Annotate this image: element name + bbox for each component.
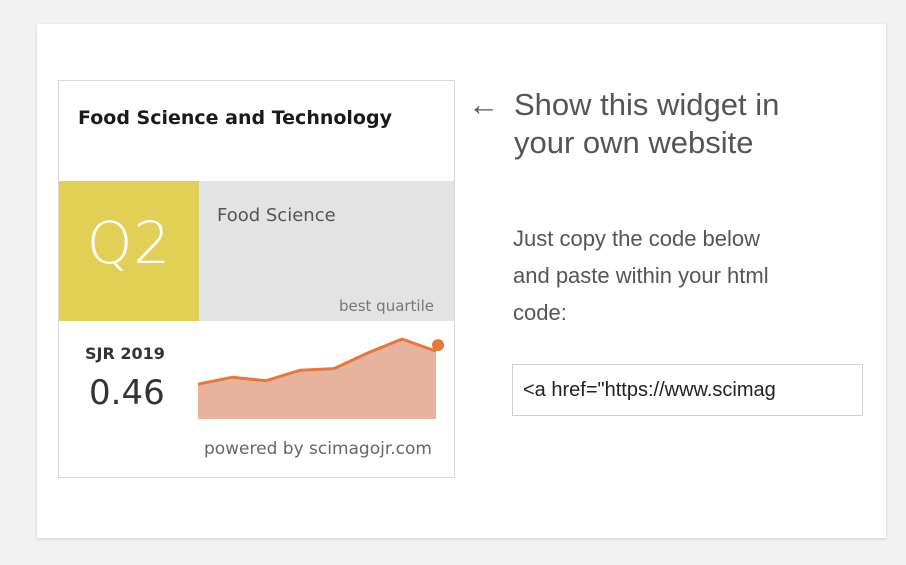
journal-title: Food Science and Technology bbox=[78, 107, 392, 129]
sjr-sparkline bbox=[197, 337, 444, 419]
best-quartile-label: best quartile bbox=[338, 297, 434, 315]
embed-code-input[interactable]: <a href="https://www.scimag bbox=[512, 364, 863, 416]
promo-instructions: Just copy the code below and paste withi… bbox=[513, 220, 873, 331]
sjr-label: SJR 2019 bbox=[85, 344, 165, 363]
quartile-value: Q2 bbox=[86, 209, 172, 277]
category-box: Food Science best quartile bbox=[199, 181, 454, 321]
headline-line-2: your own website bbox=[514, 125, 754, 160]
instruction-line-3: code: bbox=[513, 300, 567, 325]
headline-line-1: Show this widget in bbox=[514, 87, 780, 122]
powered-by-label: powered by scimagojr.com bbox=[203, 439, 432, 459]
sparkline-last-point bbox=[432, 339, 444, 352]
instruction-line-1: Just copy the code below bbox=[513, 226, 761, 251]
sjr-value: 0.46 bbox=[89, 373, 165, 413]
journal-widget[interactable]: Food Science and Technology Q2 Food Scie… bbox=[58, 80, 455, 478]
quartile-box: Q2 bbox=[59, 181, 199, 321]
sparkline-area bbox=[198, 339, 436, 419]
instruction-line-2: and paste within your html bbox=[513, 263, 769, 288]
arrow-left-icon: ← bbox=[468, 87, 499, 122]
category-name: Food Science bbox=[217, 205, 336, 226]
